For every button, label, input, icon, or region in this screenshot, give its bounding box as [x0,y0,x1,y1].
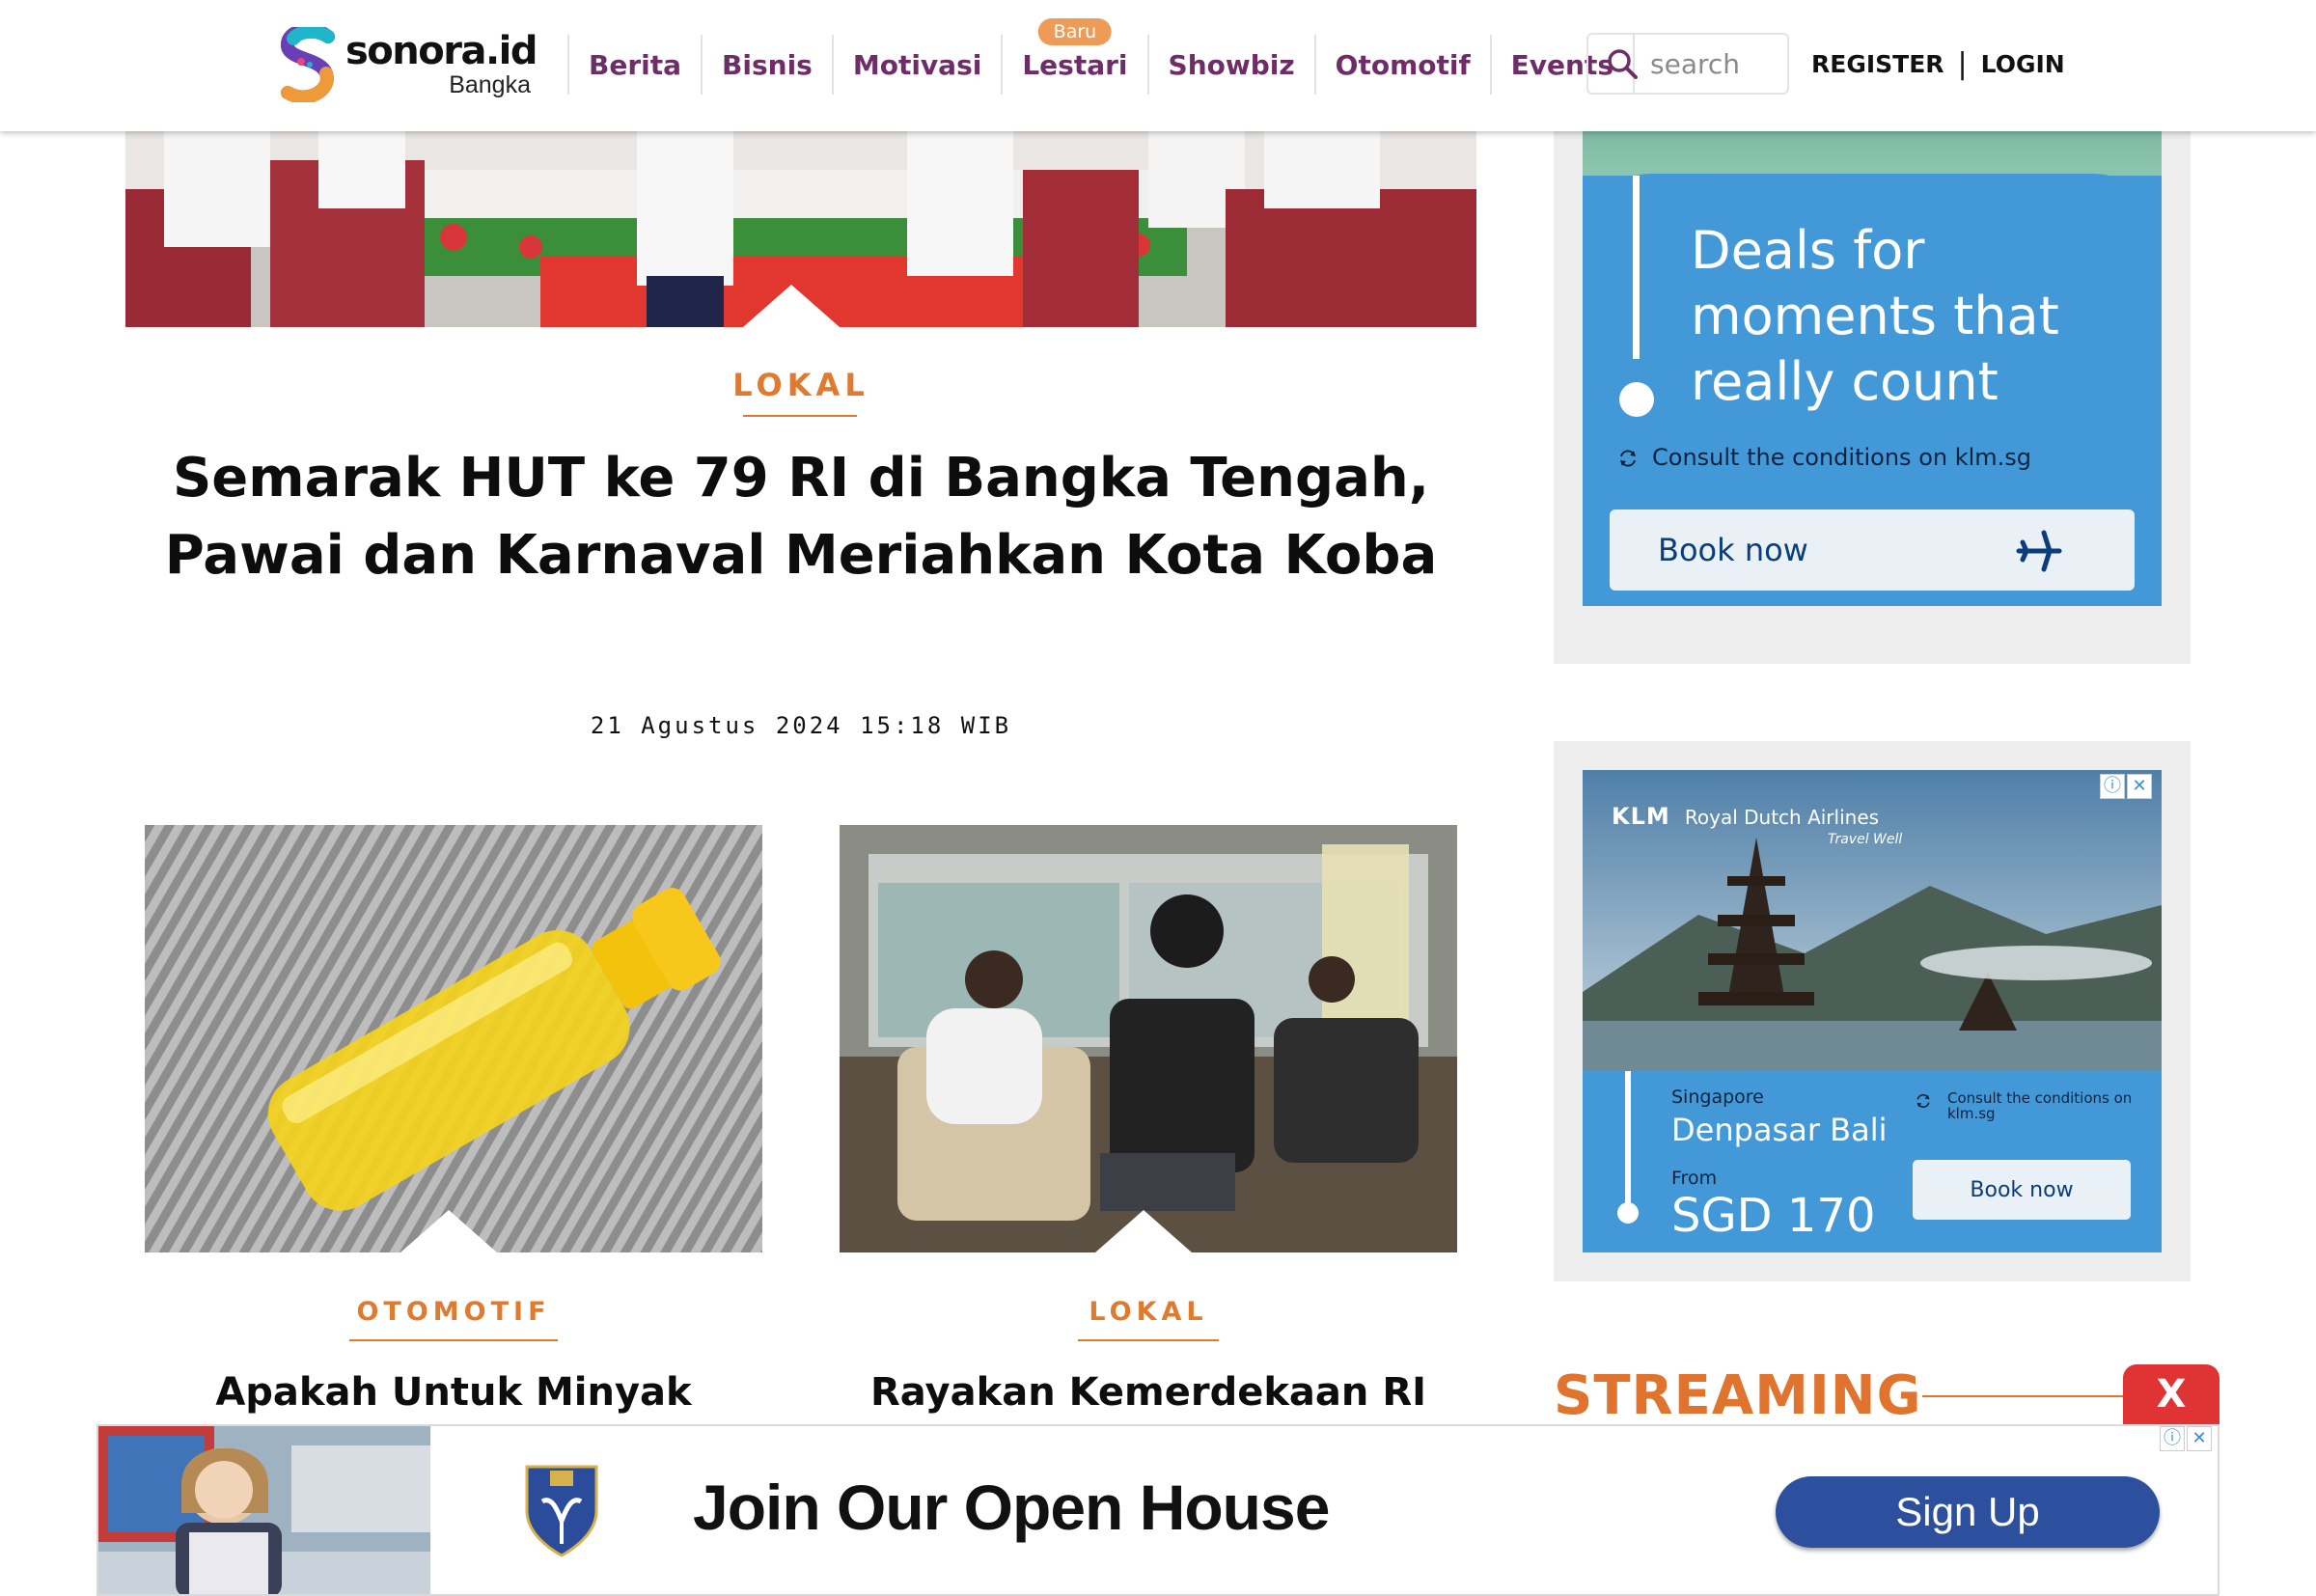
klm-logo: KLM [1612,803,1670,830]
classroom-girl-photo [98,1426,430,1594]
blood-donation-photo [840,825,1457,1252]
nav-item-showbiz[interactable]: Showbiz [1146,35,1314,95]
card-category-lokal[interactable]: LOKAL [1052,1297,1245,1327]
refresh-icon [1620,450,1636,467]
ad-background-strip [1583,131,2162,176]
featured-headline[interactable]: Semarak HUT ke 79 RI di Bangka Tengah, P… [145,440,1457,594]
image-notch [400,1210,497,1252]
article-card-image[interactable] [840,825,1457,1252]
ad-origin: Singapore [1671,1087,1764,1108]
nav-item-motivasi[interactable]: Motivasi [831,35,1002,95]
card-category-underline [349,1339,558,1341]
nav-item-lestari[interactable]: Lestari Baru [1001,18,1146,95]
main-nav: Berita Bisnis Motivasi Lestari Baru Show… [567,18,1636,95]
register-link[interactable]: REGISTER [1811,50,1944,78]
klm-bali-ad[interactable]: KLM Royal Dutch Airlines Travel Well ⓘ ✕… [1583,770,2162,1252]
image-notch [743,285,840,327]
login-link[interactable]: LOGIN [1981,50,2065,78]
ad-price: SGD 170 [1671,1189,1876,1243]
ad-from-label: From [1671,1168,1718,1189]
card-category-otomotif[interactable]: OTOMOTIF [318,1297,589,1327]
airline-name: Royal Dutch Airlines [1684,806,1880,829]
ad-headline: Deals for moments that really count [1691,220,2059,412]
nav-item-berita[interactable]: Berita [567,35,701,95]
ad-destination: Denpasar Bali [1671,1112,1888,1148]
auth-separator: | [1957,46,1968,81]
featured-date: 21 Agustus 2024 15:18 WIB [590,712,1012,739]
ad-decor-dot [1619,382,1654,417]
ad-conditions: Consult the conditions on klm.sg [1947,1089,2133,1122]
sign-up-button[interactable]: Sign Up [1776,1476,2160,1548]
airline-tagline: Travel Well [1828,832,1903,847]
nav-item-bisnis[interactable]: Bisnis [701,35,832,95]
search-icon [1608,49,1638,79]
nav-item-lestari-label: Lestari [1022,48,1128,81]
ad-decor-line [1625,1071,1631,1216]
sticky-ad-headline: Join Our Open House [693,1472,1330,1543]
card-title[interactable]: Apakah Untuk Minyak [125,1370,782,1415]
card-title[interactable]: Rayakan Kemerdekaan RI [820,1370,1476,1415]
oil-bottle-photo [145,825,762,1252]
ad-info-icon[interactable]: ⓘ [2100,774,2125,799]
featured-category-underline [743,415,857,417]
ad-close-icon[interactable]: ✕ [2127,774,2152,799]
article-card-image[interactable] [145,825,762,1252]
logo-wordmark: sonora.id [345,29,538,73]
school-crest-icon [525,1465,598,1557]
streaming-divider [1922,1395,2125,1397]
ad-choices: ⓘ ✕ [2100,774,2152,799]
logo-city: Bangka [449,71,531,98]
ad-choices: ⓘ ✕ [2160,1426,2212,1451]
close-sticky-ad-button[interactable]: X [2123,1364,2220,1424]
site-logo[interactable]: sonora.id Bangka [278,25,538,106]
nav-item-otomotif[interactable]: Otomotif [1313,35,1490,95]
card-category-underline [1078,1339,1219,1341]
ad-decor-line [1633,176,1640,359]
airplane-icon [2016,530,2062,572]
featured-category[interactable]: LOKAL [704,367,897,403]
refresh-icon [1916,1094,1930,1108]
new-badge: Baru [1037,18,1113,45]
ad-conditions: Consult the conditions on klm.sg [1652,444,2032,471]
featured-article-image[interactable] [125,131,1476,327]
sticky-bottom-ad[interactable]: Join Our Open House Sign Up ⓘ ✕ [96,1424,2220,1596]
klm-brand: KLM Royal Dutch Airlines Travel Well [1612,803,1902,847]
site-header: sonora.id Bangka Berita Bisnis Motivasi … [0,0,2316,131]
ad-close-icon[interactable]: ✕ [2187,1426,2212,1451]
book-now-button[interactable]: Book now [1913,1160,2131,1220]
sonora-logo-icon [281,27,335,102]
search-box[interactable] [1586,33,1789,95]
streaming-heading: STREAMING [1554,1364,1922,1427]
image-notch [1095,1210,1192,1252]
klm-deals-ad[interactable]: Deals for moments that really count Cons… [1583,131,2162,606]
auth-links: REGISTER | LOGIN [1811,44,2065,83]
search-input[interactable] [1650,47,1785,80]
ad-decor-dot [1617,1202,1639,1224]
ad-info-icon[interactable]: ⓘ [2160,1426,2185,1451]
